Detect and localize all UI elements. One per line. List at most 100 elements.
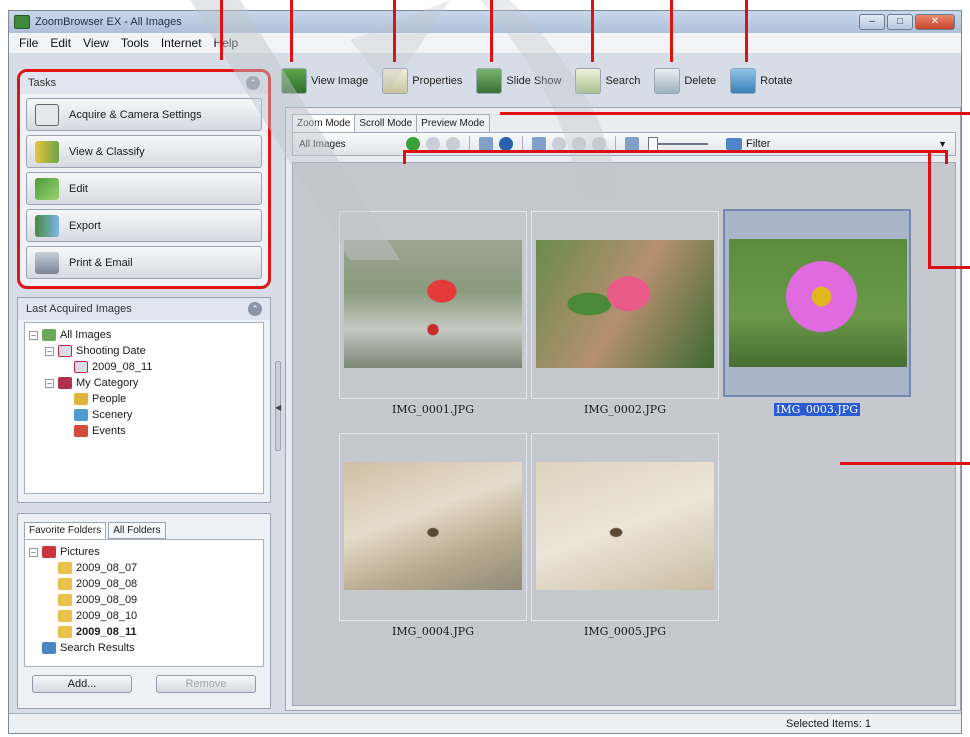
view-image-button[interactable]: View Image bbox=[281, 68, 368, 94]
menu-edit[interactable]: Edit bbox=[44, 36, 77, 50]
callout-line bbox=[928, 153, 931, 268]
collapse-left-icon[interactable]: ◀ bbox=[275, 403, 281, 412]
info-icon[interactable] bbox=[499, 137, 513, 151]
tab-all-folders[interactable]: All Folders bbox=[108, 522, 166, 539]
tab-zoom-mode[interactable]: Zoom Mode bbox=[292, 114, 356, 133]
edit-icon bbox=[35, 177, 59, 200]
filter-label: Filter bbox=[746, 138, 771, 150]
tree-item-label: Pictures bbox=[60, 546, 100, 558]
expander-icon[interactable]: – bbox=[29, 547, 38, 557]
delete-label: Delete bbox=[684, 75, 717, 87]
menu-internet[interactable]: Internet bbox=[155, 36, 208, 50]
tree-item[interactable]: 2009_08_11 bbox=[29, 359, 259, 375]
fit-icon[interactable] bbox=[625, 137, 639, 151]
add-folder-button[interactable]: Add... bbox=[32, 675, 132, 693]
tree-item[interactable]: – Shooting Date bbox=[29, 343, 259, 359]
callout-line bbox=[490, 0, 493, 62]
thumbnail-item[interactable] bbox=[339, 211, 527, 399]
tree-item[interactable]: 2009_08_11 bbox=[29, 624, 259, 640]
tab-favorite-folders[interactable]: Favorite Folders bbox=[24, 522, 107, 539]
folder-icon bbox=[58, 562, 72, 574]
properties-button[interactable]: Properties bbox=[382, 68, 462, 94]
thumbnail-caption: IMG_0001.JPG bbox=[392, 403, 474, 416]
zoom-out-icon[interactable] bbox=[572, 137, 586, 151]
tree-item[interactable]: Search Results bbox=[29, 640, 259, 656]
calendar-icon bbox=[58, 345, 72, 357]
task-print-email-button[interactable]: Print & Email bbox=[26, 246, 262, 279]
thumbnail-item[interactable] bbox=[339, 433, 527, 621]
select-arrow-icon[interactable] bbox=[532, 137, 546, 151]
tree-item[interactable]: 2009_08_08 bbox=[29, 576, 259, 592]
tab-preview-mode[interactable]: Preview Mode bbox=[416, 114, 490, 133]
remove-folder-button[interactable]: Remove bbox=[156, 675, 256, 693]
task-edit-button[interactable]: Edit bbox=[26, 172, 262, 205]
last-acquired-panel: Last Acquired Images ⌃ – All Images – Shoot… bbox=[17, 297, 271, 503]
collapse-up-icon[interactable]: ⌃ bbox=[246, 76, 260, 90]
tree-item[interactable]: – All Images bbox=[29, 327, 259, 343]
tree-item[interactable]: 2009_08_10 bbox=[29, 608, 259, 624]
rotate-label: Rotate bbox=[760, 75, 793, 87]
zoom-view-icon[interactable] bbox=[479, 137, 493, 151]
task-view-classify-button[interactable]: View & Classify bbox=[26, 135, 262, 168]
photo-pink-cosmos bbox=[729, 239, 907, 367]
slide-show-icon bbox=[476, 68, 503, 94]
tree-item-label: 2009_08_10 bbox=[76, 610, 138, 622]
zoom-slider[interactable] bbox=[648, 137, 708, 151]
thumbnail-gallery: IMG_0001.JPG IMG_0002.JPG IMG_0003.JPG I… bbox=[292, 162, 956, 706]
search-button[interactable]: Search bbox=[575, 68, 640, 94]
thumbnail-caption-selected[interactable]: IMG_0003.JPG bbox=[723, 403, 911, 416]
hand-icon[interactable] bbox=[592, 137, 606, 151]
filter-button[interactable]: Filter bbox=[726, 138, 770, 150]
trash-icon bbox=[654, 68, 681, 94]
zoom-in-icon[interactable] bbox=[552, 137, 566, 151]
menu-help[interactable]: Help bbox=[208, 36, 245, 50]
tree-item[interactable]: Scenery bbox=[29, 407, 259, 423]
rotate-button[interactable]: Rotate bbox=[730, 68, 793, 94]
callout-line bbox=[500, 112, 970, 115]
task-acquire-button[interactable]: Acquire & Camera Settings bbox=[26, 98, 262, 131]
menu-file[interactable]: File bbox=[13, 36, 44, 50]
search-label: Search bbox=[605, 75, 641, 87]
thumbnail-caption: IMG_0005.JPG bbox=[584, 625, 666, 638]
tree-item[interactable]: 2009_08_09 bbox=[29, 592, 259, 608]
tree-item[interactable]: Events bbox=[29, 423, 259, 439]
tree-item[interactable]: – Pictures bbox=[29, 544, 259, 560]
task-label: View & Classify bbox=[69, 145, 145, 158]
back-icon[interactable] bbox=[406, 137, 420, 151]
chevron-down-icon[interactable]: ▼ bbox=[938, 139, 947, 149]
title-bar: ZoomBrowser EX - All Images – □ ✕ bbox=[9, 11, 961, 33]
delete-button[interactable]: Delete bbox=[654, 68, 716, 94]
collapse-up-icon[interactable]: ⌃ bbox=[248, 302, 262, 316]
tab-scroll-mode[interactable]: Scroll Mode bbox=[354, 114, 418, 133]
maximize-button[interactable]: □ bbox=[887, 14, 913, 30]
menu-bar: File Edit View Tools Internet Help bbox=[9, 33, 961, 53]
minimize-button[interactable]: – bbox=[859, 14, 885, 30]
rotate-icon bbox=[730, 68, 757, 94]
photo-red-flower bbox=[344, 240, 522, 368]
menu-tools[interactable]: Tools bbox=[115, 36, 155, 50]
expander-icon[interactable]: – bbox=[45, 378, 54, 388]
tree-item[interactable]: People bbox=[29, 391, 259, 407]
properties-icon bbox=[382, 68, 409, 94]
slider-thumb[interactable] bbox=[648, 137, 658, 151]
export-icon bbox=[35, 214, 59, 237]
slide-show-button[interactable]: Slide Show bbox=[476, 68, 561, 94]
folders-panel: Favorite Folders All Folders – Pictures 20… bbox=[17, 513, 271, 709]
callout-line bbox=[928, 266, 970, 269]
thumbnail-item[interactable] bbox=[531, 433, 719, 621]
expander-icon[interactable]: – bbox=[45, 346, 54, 356]
thumbnail-item[interactable] bbox=[531, 211, 719, 399]
close-button[interactable]: ✕ bbox=[915, 14, 955, 30]
tree-item[interactable]: – My Category bbox=[29, 375, 259, 391]
up-icon[interactable] bbox=[446, 137, 460, 151]
tree-item-label: Scenery bbox=[92, 409, 133, 421]
tree-item-label: 2009_08_11 bbox=[76, 626, 137, 638]
expander-icon[interactable]: – bbox=[29, 330, 38, 340]
forward-icon[interactable] bbox=[426, 137, 440, 151]
events-icon bbox=[74, 425, 88, 437]
task-export-button[interactable]: Export bbox=[26, 209, 262, 242]
calendar-icon bbox=[74, 361, 88, 373]
menu-view[interactable]: View bbox=[77, 36, 115, 50]
tree-item[interactable]: 2009_08_07 bbox=[29, 560, 259, 576]
thumbnail-item-selected[interactable] bbox=[723, 209, 911, 397]
